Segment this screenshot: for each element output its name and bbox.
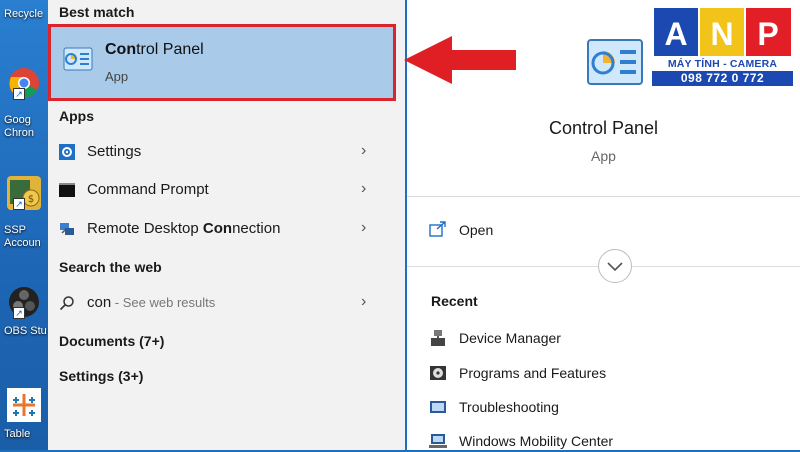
chrome-desktop-icon[interactable]: ↗ Goog Chron <box>0 66 48 140</box>
desktop-background: Recycle ↗ Goog Chron $ ↗ SSP Accoun ↗ OB… <box>0 0 48 450</box>
recent-label: Windows Mobility Center <box>459 433 614 449</box>
tableau-desktop-icon[interactable]: Table <box>0 388 48 441</box>
desktop-icon-label: OBS Stu <box>4 325 47 337</box>
recent-mobility-center[interactable]: Windows Mobility Center <box>429 430 729 452</box>
recycle-bin-desktop-icon[interactable]: Recycle <box>0 0 48 21</box>
result-command-prompt[interactable]: Command Prompt › <box>48 172 388 208</box>
result-label: Settings <box>87 143 142 160</box>
detail-title: Control Panel <box>548 118 659 138</box>
expand-button[interactable] <box>598 249 632 283</box>
label-rest: nection <box>232 220 281 237</box>
recent-troubleshooting[interactable]: Troubleshooting <box>429 396 729 418</box>
obs-studio-desktop-icon[interactable]: ↗ OBS Stu <box>0 285 48 338</box>
remote-desktop-icon <box>60 223 74 235</box>
programs-icon <box>430 366 446 380</box>
svg-text:A: A <box>664 16 687 52</box>
chevron-right-icon[interactable]: › <box>361 142 366 160</box>
desktop-icon-label: SSP Accoun <box>4 224 41 249</box>
label-prefix: Remote Desktop <box>87 220 203 237</box>
web-query-text: con <box>87 294 112 311</box>
svg-text:N: N <box>710 16 733 52</box>
ssp-accounting-desktop-icon[interactable]: $ ↗ SSP Accoun <box>0 176 48 250</box>
command-prompt-icon <box>59 183 75 197</box>
desktop-icon-label: Recycle <box>4 8 44 20</box>
query-match-text: Con <box>105 41 137 58</box>
open-icon <box>429 221 446 237</box>
anp-logo: A N P MÁY TÍNH - CAMERA 098 772 0 772 <box>650 5 795 87</box>
anp-letters-logo: A N P <box>654 8 791 56</box>
best-match-subtitle: App <box>105 69 129 84</box>
control-panel-icon <box>63 47 93 71</box>
best-match-title: Control Panel <box>105 41 204 59</box>
svg-text:$: $ <box>28 194 34 205</box>
shortcut-arrow-icon: ↗ <box>13 88 25 100</box>
shortcut-arrow-icon: ↗ <box>13 198 25 210</box>
logo-phone: 098 772 0 772 <box>652 71 793 86</box>
search-web-heading: Search the web <box>59 259 162 275</box>
logo-tagline: MÁY TÍNH - CAMERA <box>667 58 778 70</box>
recent-programs-features[interactable]: Programs and Features <box>429 362 729 384</box>
desktop-icon-label: Goog Chron <box>4 114 34 139</box>
result-settings[interactable]: Settings › <box>48 134 388 170</box>
apps-heading: Apps <box>59 108 94 124</box>
search-icon <box>59 296 74 311</box>
chevron-down-icon <box>607 262 623 272</box>
chevron-right-icon[interactable]: › <box>361 293 366 311</box>
chrome-icon: ↗ <box>7 66 41 100</box>
chevron-right-icon[interactable]: › <box>361 219 366 237</box>
recent-heading: Recent <box>431 293 478 309</box>
tableau-icon <box>7 388 41 422</box>
web-result-label: con - See web results <box>87 294 215 311</box>
desktop-icon-label: Table <box>4 428 31 440</box>
shortcut-arrow-icon: ↗ <box>13 307 25 319</box>
detail-subtitle: App <box>591 148 616 164</box>
search-results-panel: Best match Control Panel App Apps Settin… <box>48 0 405 450</box>
troubleshooting-icon <box>430 401 446 413</box>
recent-label: Programs and Features <box>459 365 607 381</box>
settings-heading[interactable]: Settings (3+) <box>59 368 143 384</box>
open-action[interactable]: Open <box>429 219 629 241</box>
settings-gear-icon <box>59 144 75 160</box>
web-suffix-text: - See web results <box>111 295 216 310</box>
device-manager-icon <box>431 330 445 346</box>
documents-heading[interactable]: Documents (7+) <box>59 333 164 349</box>
result-web-search[interactable]: con - See web results › <box>48 285 388 321</box>
recent-label: Troubleshooting <box>459 399 559 415</box>
divider <box>407 196 800 197</box>
ssp-accounting-icon: $ ↗ <box>7 176 41 210</box>
svg-text:P: P <box>757 16 778 52</box>
recent-label: Device Manager <box>459 330 561 346</box>
best-match-heading: Best match <box>59 4 135 20</box>
control-panel-large-icon <box>587 39 643 85</box>
query-match-text: Con <box>202 220 233 237</box>
mobility-icon <box>429 434 447 448</box>
best-match-control-panel[interactable]: Control Panel App <box>48 24 396 101</box>
title-rest-text: trol Panel <box>136 41 204 58</box>
result-label: Remote Desktop Connection <box>87 220 280 237</box>
chevron-right-icon[interactable]: › <box>361 180 366 198</box>
obs-icon: ↗ <box>7 285 41 319</box>
recent-device-manager[interactable]: Device Manager <box>429 327 729 349</box>
result-label: Command Prompt <box>87 181 209 198</box>
open-label: Open <box>459 222 494 238</box>
red-arrow-annotation <box>404 36 516 84</box>
result-remote-desktop[interactable]: Remote Desktop Connection › <box>48 211 388 247</box>
